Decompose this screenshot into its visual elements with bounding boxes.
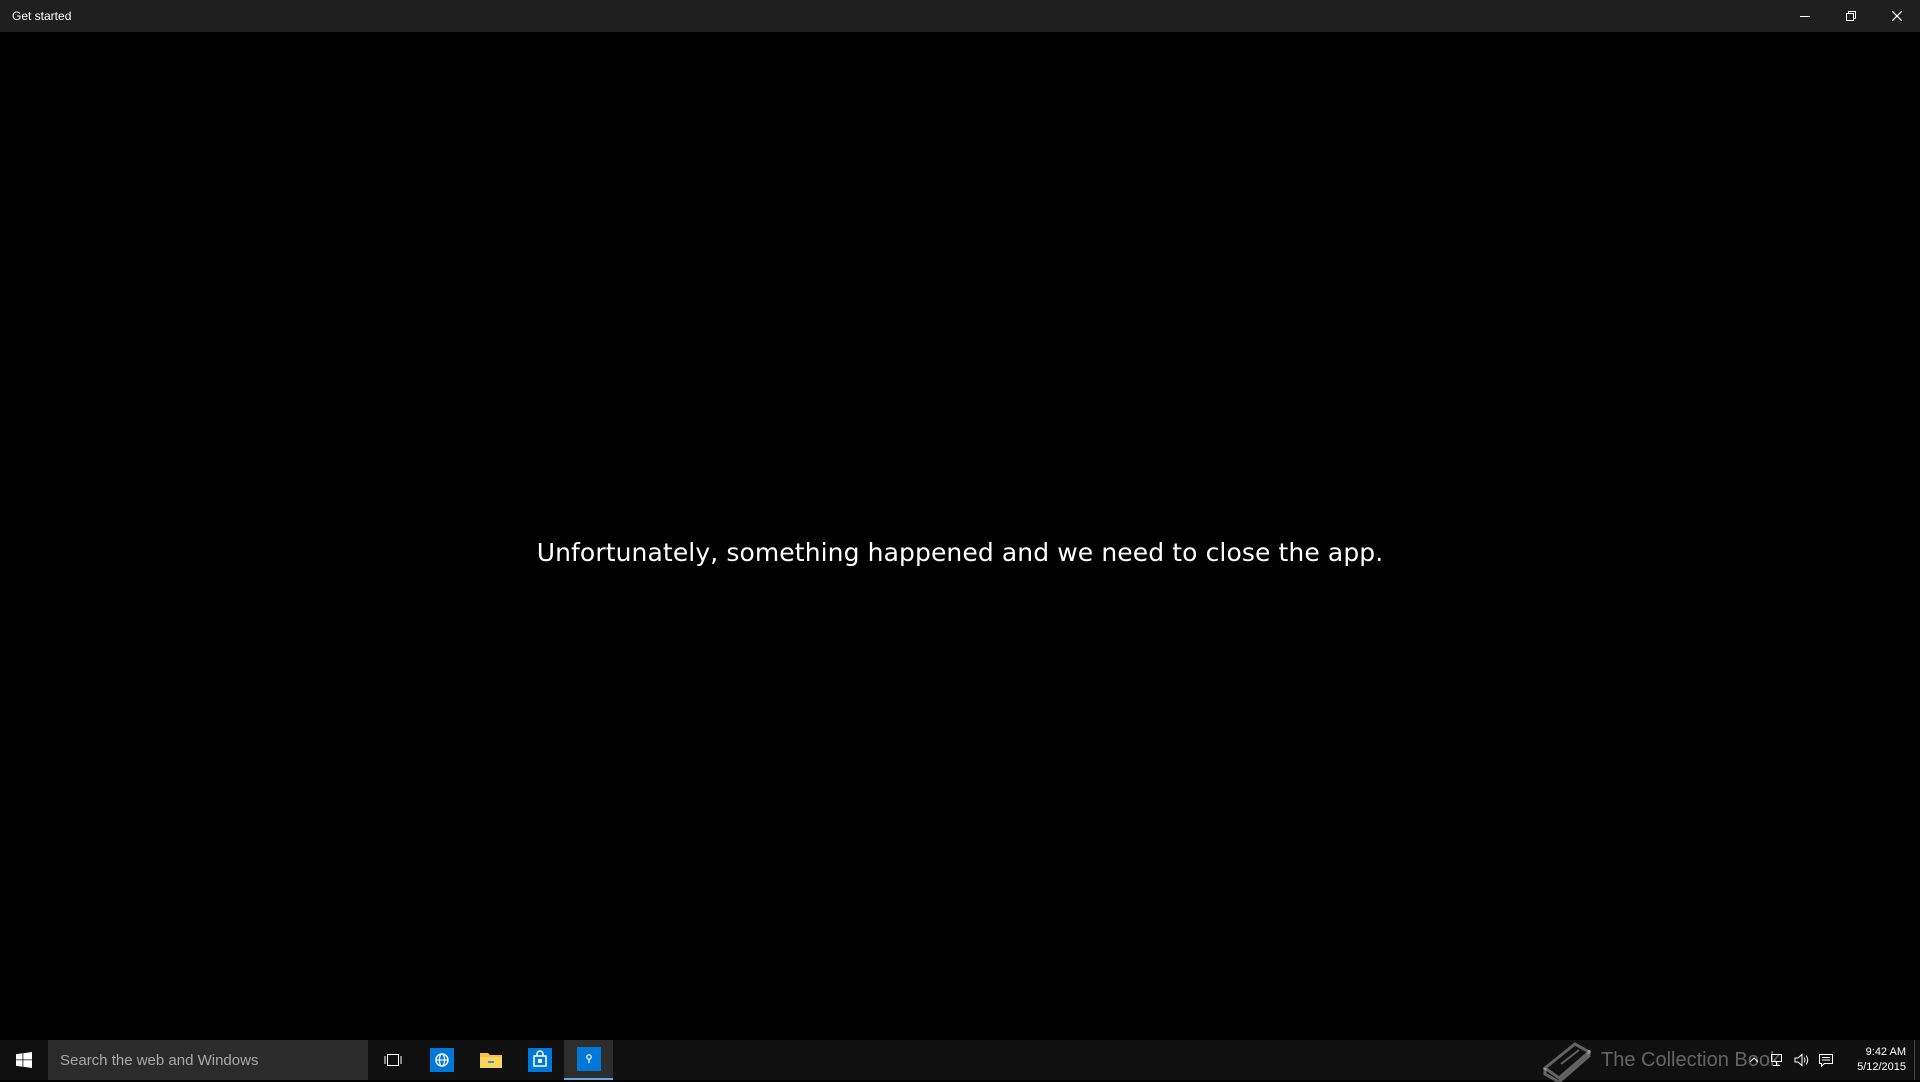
window-controls: [1782, 0, 1920, 32]
network-button[interactable]: [1766, 1040, 1790, 1080]
start-button[interactable]: [0, 1040, 48, 1080]
show-desktop-button[interactable]: [1914, 1040, 1920, 1080]
task-view-button[interactable]: [368, 1040, 417, 1080]
title-bar[interactable]: Get started: [0, 0, 1920, 32]
windows-logo-icon: [16, 1052, 32, 1068]
close-button[interactable]: [1874, 0, 1920, 32]
folder-icon: [479, 1053, 502, 1068]
app-content: Unfortunately, something happened and we…: [0, 32, 1920, 1040]
taskbar: Search the web and Windows 9:42 AM 5/12/…: [0, 1040, 1920, 1082]
minimize-icon: [1800, 16, 1810, 17]
window-title: Get started: [12, 9, 72, 23]
chevron-up-icon: [1749, 1057, 1759, 1063]
search-placeholder: Search the web and Windows: [60, 1051, 259, 1069]
tips-icon: [576, 1047, 601, 1071]
restore-button[interactable]: [1828, 0, 1874, 32]
volume-button[interactable]: [1790, 1040, 1814, 1080]
store-icon: [527, 1048, 552, 1072]
ie-icon: [429, 1048, 454, 1072]
speaker-icon: [1794, 1053, 1809, 1067]
system-tray: 9:42 AM 5/12/2015: [1742, 1040, 1920, 1080]
message-icon: [1819, 1054, 1833, 1067]
restore-icon: [1846, 11, 1856, 21]
action-center-button[interactable]: [1814, 1040, 1838, 1080]
network-icon: [1771, 1054, 1782, 1066]
clock-date: 5/12/2015: [1857, 1061, 1906, 1073]
error-message: Unfortunately, something happened and we…: [536, 537, 1384, 567]
book-logo-icon: [1542, 1042, 1592, 1082]
minimize-button[interactable]: [1782, 0, 1828, 32]
taskbar-app-internet-explorer[interactable]: [417, 1040, 466, 1080]
taskbar-app-file-explorer[interactable]: [466, 1040, 515, 1080]
close-icon: [1892, 11, 1902, 21]
clock[interactable]: 9:42 AM 5/12/2015: [1838, 1040, 1914, 1080]
taskbar-app-store[interactable]: [515, 1040, 564, 1080]
clock-time: 9:42 AM: [1865, 1046, 1906, 1058]
task-view-icon: [384, 1054, 401, 1066]
show-hidden-icons-button[interactable]: [1742, 1040, 1766, 1080]
search-input[interactable]: Search the web and Windows: [48, 1040, 368, 1080]
taskbar-app-get-started[interactable]: [564, 1040, 613, 1080]
